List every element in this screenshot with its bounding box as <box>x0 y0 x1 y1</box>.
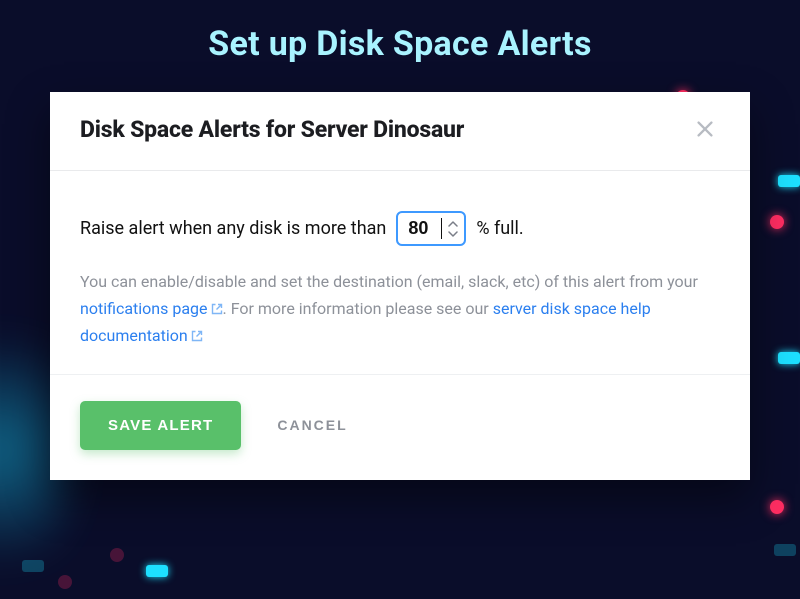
close-icon <box>694 128 716 143</box>
threshold-input[interactable] <box>408 218 442 239</box>
help-text: You can enable/disable and set the desti… <box>80 268 720 350</box>
stepper-down-button[interactable] <box>448 229 460 238</box>
disk-space-alert-modal: Disk Space Alerts for Server Dinosaur Ra… <box>50 92 750 480</box>
threshold-setting: Raise alert when any disk is more than <box>80 211 720 246</box>
modal-footer: SAVE ALERT CANCEL <box>50 375 750 480</box>
threshold-input-wrap <box>396 211 466 246</box>
chevron-down-icon <box>448 230 460 238</box>
threshold-prefix: Raise alert when any disk is more than <box>80 218 386 239</box>
page-title: Set up Disk Space Alerts <box>0 24 800 64</box>
help-text-part2: . For more information please see our <box>223 299 493 318</box>
stepper-up-button[interactable] <box>448 219 460 228</box>
modal-header: Disk Space Alerts for Server Dinosaur <box>50 92 750 171</box>
modal-body: Raise alert when any disk is more than <box>50 171 750 375</box>
close-button[interactable] <box>690 114 720 144</box>
chevron-up-icon <box>448 220 460 228</box>
external-link-icon <box>211 296 223 308</box>
help-text-part1: You can enable/disable and set the desti… <box>80 272 698 291</box>
modal-title: Disk Space Alerts for Server Dinosaur <box>80 116 464 143</box>
save-alert-button[interactable]: SAVE ALERT <box>80 401 241 450</box>
cancel-button[interactable]: CANCEL <box>277 417 347 433</box>
stepper-buttons <box>448 218 460 239</box>
external-link-icon <box>191 323 203 335</box>
notifications-page-link[interactable]: notifications page <box>80 299 223 318</box>
threshold-suffix: % full. <box>476 218 523 239</box>
notifications-page-link-label: notifications page <box>80 299 208 318</box>
